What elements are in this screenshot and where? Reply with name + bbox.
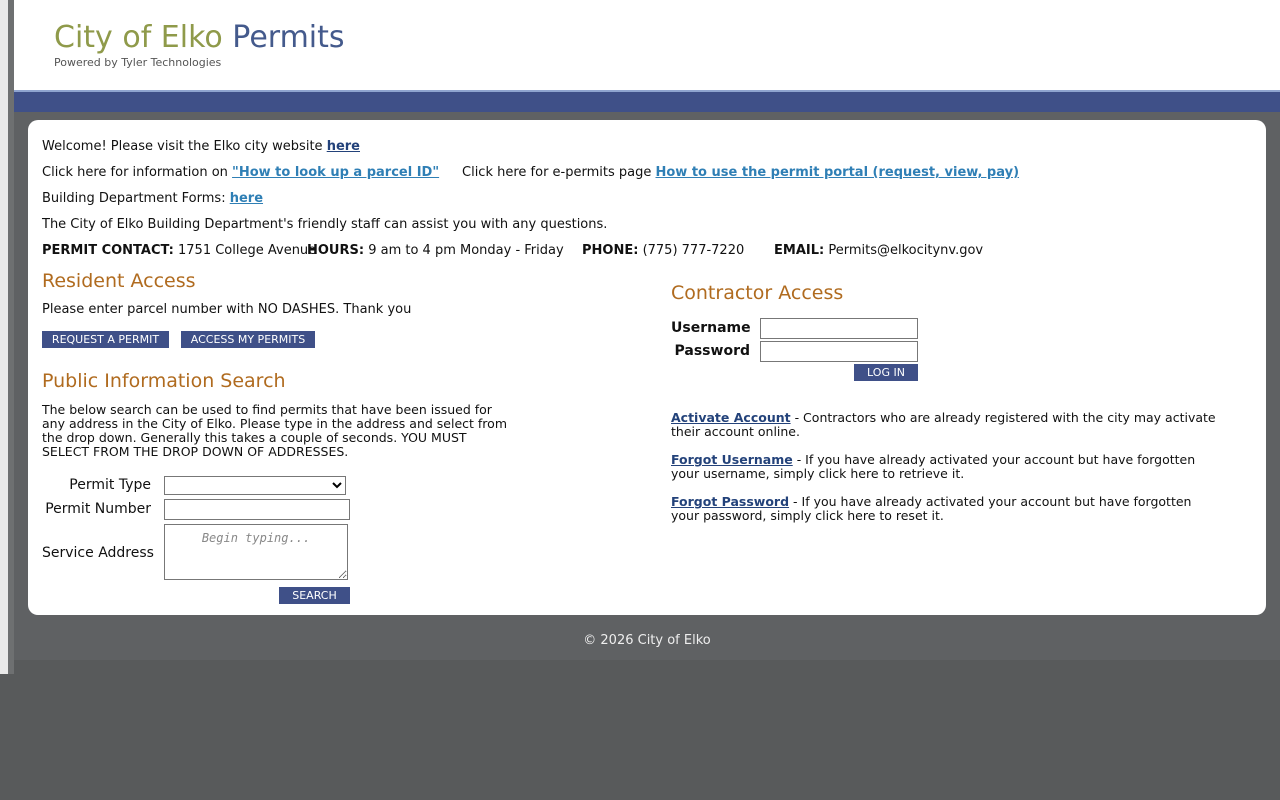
contractor-access-heading: Contractor Access (671, 282, 844, 304)
logo-city-name: City of Elko (54, 20, 223, 55)
parcel-id-link[interactable]: "How to look up a parcel ID" (232, 165, 439, 180)
password-label: Password (674, 343, 750, 359)
password-input[interactable] (760, 341, 918, 362)
permit-number-label: Permit Number (45, 501, 151, 517)
phone-info: PHONE: (775) 777-7220 (582, 243, 744, 258)
permit-number-input[interactable] (164, 499, 350, 520)
staff-text: The City of Elko Building Department's f… (42, 217, 608, 232)
site-logo-title[interactable]: City of Elko Permits (54, 20, 345, 56)
left-edge-strip (0, 0, 14, 674)
nav-bar (14, 90, 1280, 112)
hours-label: HOURS: (307, 243, 365, 258)
powered-by: Powered by Tyler Technologies (54, 56, 222, 69)
hours-info: HOURS: 9 am to 4 pm Monday - Friday (307, 243, 564, 258)
forms-line: Building Department Forms: here (42, 191, 263, 206)
parcel-text: Click here for information on (42, 165, 228, 180)
welcome-text: Welcome! Please visit the Elko city webs… (42, 139, 323, 154)
search-button[interactable]: SEARCH (279, 587, 350, 604)
activate-account-block: Activate Account - Contractors who are a… (671, 411, 1216, 439)
resident-access-heading: Resident Access (42, 270, 196, 292)
forgot-password-block: Forgot Password - If you have already ac… (671, 495, 1216, 523)
contact-label: PERMIT CONTACT: (42, 243, 174, 258)
phone-value: (775) 777-7220 (642, 243, 745, 258)
activate-account-link[interactable]: Activate Account (671, 410, 791, 425)
footer-copyright: © 2026 City of Elko (583, 633, 711, 648)
forgot-password-link[interactable]: Forgot Password (671, 494, 789, 509)
email-info: EMAIL: Permits@elkocitynv.gov (774, 243, 983, 258)
service-address-label: Service Address (42, 545, 154, 561)
main-card: Welcome! Please visit the Elko city webs… (28, 120, 1266, 615)
city-website-link[interactable]: here (327, 139, 360, 154)
forms-link[interactable]: here (230, 191, 263, 206)
epermits-text: Click here for e-permits page (462, 165, 652, 180)
login-button[interactable]: LOG IN (854, 364, 918, 381)
forgot-username-link[interactable]: Forgot Username (671, 452, 793, 467)
hours-value: 9 am to 4 pm Monday - Friday (368, 243, 564, 258)
public-search-heading: Public Information Search (42, 370, 286, 392)
username-label: Username (671, 320, 751, 336)
email-label: EMAIL: (774, 243, 825, 258)
email-value: Permits@elkocitynv.gov (828, 243, 984, 258)
site-header: City of Elko Permits Powered by Tyler Te… (14, 0, 1280, 90)
search-description: The below search can be used to find per… (42, 402, 507, 459)
welcome-line: Welcome! Please visit the Elko city webs… (42, 139, 360, 154)
contact-info: PERMIT CONTACT: 1751 College Avenue (42, 243, 316, 258)
page-container: City of Elko Permits Powered by Tyler Te… (14, 0, 1280, 660)
permit-type-select[interactable] (164, 476, 346, 495)
request-permit-button[interactable]: REQUEST A PERMIT (42, 331, 169, 348)
parcel-note: Please enter parcel number with NO DASHE… (42, 302, 412, 317)
epermits-line: Click here for e-permits page How to use… (462, 165, 1019, 180)
contact-value: 1751 College Avenue (178, 243, 317, 258)
service-address-input[interactable] (164, 524, 348, 580)
permit-type-label: Permit Type (69, 477, 151, 493)
username-input[interactable] (760, 318, 918, 339)
forms-text: Building Department Forms: (42, 191, 226, 206)
permit-portal-link[interactable]: How to use the permit portal (request, v… (656, 165, 1020, 180)
forgot-username-block: Forgot Username - If you have already ac… (671, 453, 1216, 481)
logo-permits: Permits (232, 20, 345, 55)
phone-label: PHONE: (582, 243, 639, 258)
parcel-line: Click here for information on "How to lo… (42, 165, 439, 180)
access-my-permits-button[interactable]: ACCESS MY PERMITS (181, 331, 315, 348)
